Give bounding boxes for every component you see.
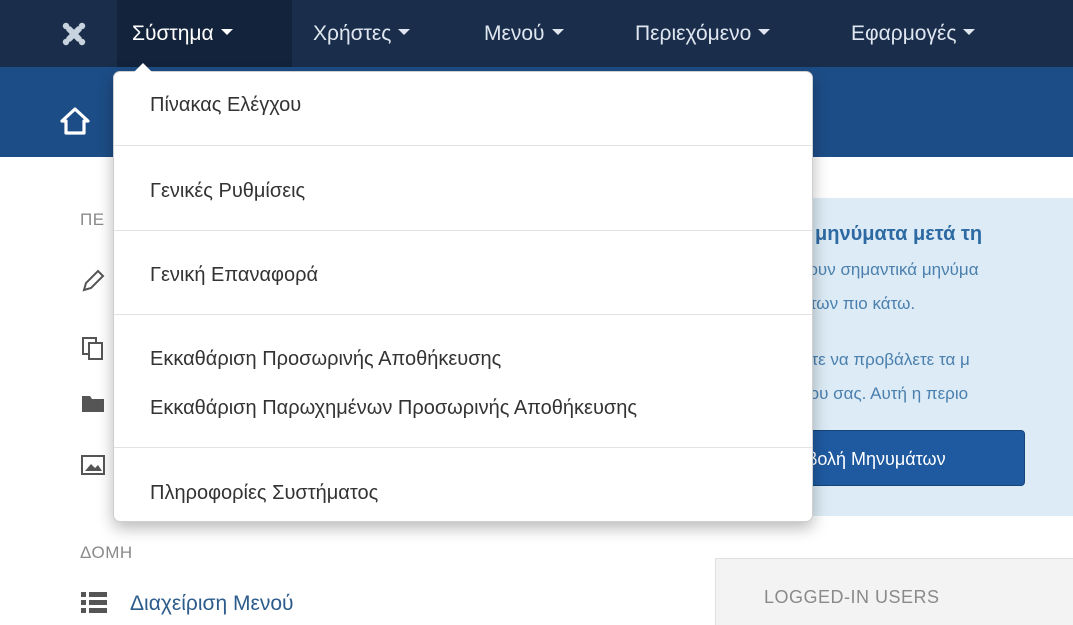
nav-menu-extensions-label: Εφαρμογές: [851, 22, 957, 45]
sidebar-heading-structure: ΔΟΜΗ: [80, 543, 133, 562]
menu-item-clear-cache[interactable]: Εκκαθάριση Προσωρινής Αποθήκευσης: [150, 348, 501, 371]
menu-item-system-information[interactable]: Πληροφορίες Συστήματος: [150, 482, 378, 505]
menu-divider: [114, 314, 812, 315]
menu-item-control-panel[interactable]: Πίνακας Ελέγχου: [150, 94, 301, 117]
chevron-down-icon: [551, 29, 564, 36]
nav-menu-extensions[interactable]: Εφαρμογές: [851, 0, 976, 67]
chevron-down-icon: [220, 29, 233, 36]
review-messages-button[interactable]: βολή Μηνυμάτων: [790, 430, 1025, 486]
menu-divider: [114, 145, 812, 146]
pencil-icon: [82, 269, 105, 292]
post-install-messages-panel: ε μηνύματα μετά τη χουν σημαντικά μηνύμα…: [790, 198, 1073, 516]
home-icon[interactable]: [60, 107, 90, 135]
chevron-down-icon: [963, 29, 976, 36]
dropdown-arrow: [134, 63, 152, 72]
sidebar-item-menu-manager[interactable]: Διαχείριση Μενού: [130, 592, 294, 616]
sidebar-heading-content: ΠΕ: [80, 210, 105, 229]
nav-menu-system-label: Σύστημα: [132, 22, 214, 45]
menu-divider: [114, 230, 812, 231]
messages-text-line-4: ρου σας. Αυτή η περιο: [800, 384, 969, 403]
logged-in-users-title: LOGGED-IN USERS: [764, 587, 940, 607]
nav-menu-menus[interactable]: Μενού: [484, 0, 564, 67]
folder-icon: [82, 396, 104, 412]
nav-menu-content-label: Περιεχόμενο: [635, 22, 752, 45]
menu-item-clear-expired-cache[interactable]: Εκκαθάριση Παρωχημένων Προσωρινής Αποθήκ…: [150, 397, 637, 420]
system-dropdown-menu: Πίνακας Ελέγχου Γενικές Ρυθμίσεις Γενική…: [113, 63, 813, 522]
top-navbar: Σύστημα Χρήστες Μενού Περιεχόμενο Εφαρμο…: [0, 0, 1073, 67]
menu-divider: [114, 447, 812, 448]
nav-menu-menus-label: Μενού: [484, 22, 545, 45]
image-icon: [81, 455, 105, 475]
menu-item-global-configuration[interactable]: Γενικές Ρυθμίσεις: [150, 180, 305, 203]
copy-icon: [82, 337, 103, 360]
nav-menu-users-label: Χρήστες: [313, 22, 392, 45]
messages-title: ε μηνύματα μετά τη: [800, 223, 983, 245]
nav-menu-content[interactable]: Περιεχόμενο: [635, 0, 771, 67]
chevron-down-icon: [398, 29, 411, 36]
joomla-logo-icon[interactable]: [62, 22, 86, 46]
list-icon: [81, 592, 107, 613]
menu-item-global-checkin[interactable]: Γενική Επαναφορά: [150, 264, 318, 287]
messages-text-line-1: χουν σημαντικά μηνύμα: [800, 260, 979, 279]
chevron-down-icon: [758, 29, 771, 36]
logged-in-users-module: LOGGED-IN USERS: [715, 558, 1073, 625]
messages-text-line-3: είτε να προβάλετε τα μ: [800, 350, 970, 369]
messages-text-line-2: άτων πιο κάτω.: [800, 294, 916, 313]
nav-menu-users[interactable]: Χρήστες: [313, 0, 411, 67]
nav-menu-system[interactable]: Σύστημα: [117, 0, 292, 67]
